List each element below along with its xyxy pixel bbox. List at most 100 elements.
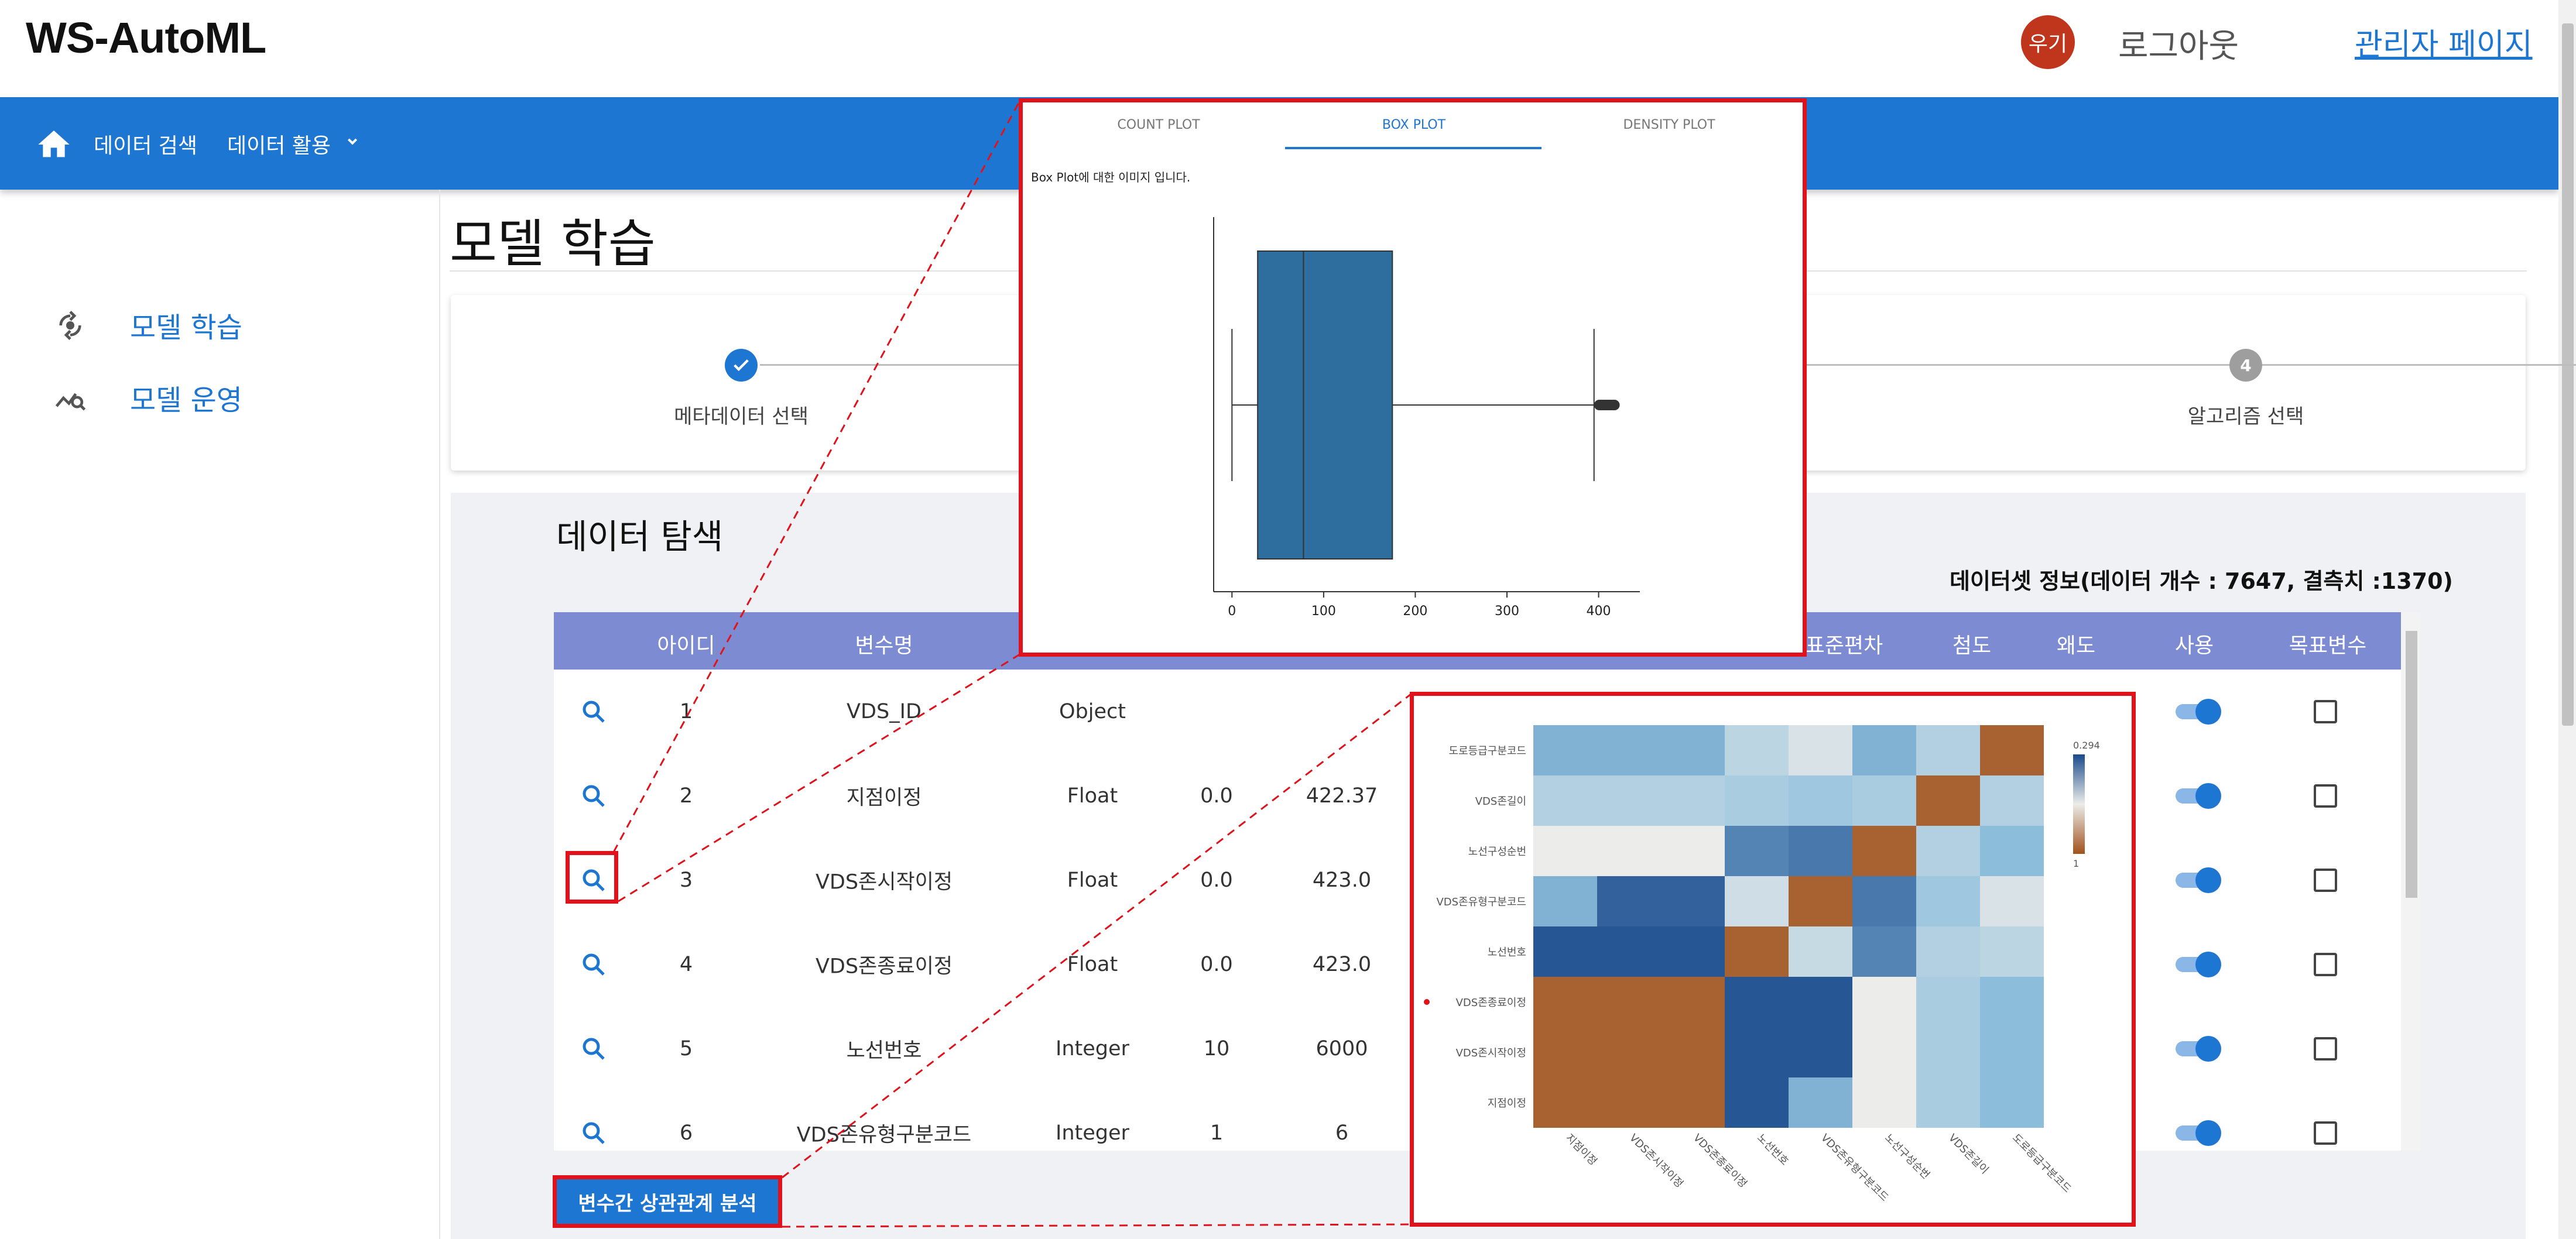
heatmap-col-label: VDS존유형구분코드	[1818, 1132, 1890, 1204]
app-logo[interactable]: WS-AutoML	[26, 13, 266, 63]
x-tick-label: 200	[1403, 604, 1427, 619]
target-checkbox[interactable]	[2314, 1037, 2337, 1060]
colorbar-label-bottom: 1	[2073, 858, 2079, 869]
heatmap-cell	[1852, 977, 1916, 1027]
heatmap-cell	[1597, 1077, 1661, 1128]
heatmap-cell	[1980, 1077, 2044, 1128]
use-toggle[interactable]	[2173, 1118, 2225, 1148]
heatmap-col-label: VDS존길이	[1946, 1132, 1991, 1177]
logout-button[interactable]: 로그아웃	[2118, 20, 2239, 67]
correlation-heatmap-chart: 도로등급구분코드VDS존길이노선구성순번VDS존유형구분코드노선번호VDS존종료…	[1424, 725, 2100, 1204]
selected-row-highlight	[566, 851, 618, 904]
magnifier-icon[interactable]	[580, 1119, 608, 1147]
heatmap-cell	[1725, 876, 1789, 926]
box-iqr	[1257, 250, 1393, 560]
column-header: 왜도	[2056, 634, 2096, 658]
heatmap-col-label: VDS존시작이정	[1627, 1132, 1686, 1190]
heatmap-row-label: 노선번호	[1488, 946, 1526, 959]
correlation-heatmap-popup: 도로등급구분코드 VDS존길이 노선구성순번 VDS존유형구분코드 노선번호 VDS존종료…	[1410, 692, 2136, 1227]
heatmap-row-label: 노선구성순번	[1468, 846, 1526, 858]
heatmap-cell	[1597, 977, 1661, 1027]
row-marker-dot	[1424, 999, 1430, 1005]
cell-min: 0.0	[1200, 869, 1233, 892]
avatar[interactable]: 우기	[2021, 15, 2075, 69]
cell-type: Integer	[1056, 1037, 1129, 1060]
heatmap-cell	[1661, 1027, 1725, 1077]
x-tick-label: 100	[1311, 604, 1336, 619]
use-toggle[interactable]	[2173, 1034, 2225, 1063]
sidebar-item-model-train[interactable]: 모델 학습	[130, 304, 242, 345]
nav-item-data-search[interactable]: 데이터 검색	[94, 129, 197, 159]
heatmap-cell	[1533, 926, 1597, 977]
cell-id: 1	[679, 700, 693, 723]
column-header: 목표변수	[2289, 634, 2367, 658]
heatmap-cell	[1661, 725, 1725, 775]
column-header: 아이디	[657, 634, 715, 658]
magnifier-icon[interactable]	[580, 698, 608, 726]
heatmap-cell	[1597, 725, 1661, 775]
heatmap-cell	[1661, 1077, 1725, 1128]
heatmap-col-label: 도로등급구분코드	[2010, 1132, 2074, 1196]
magnifier-icon[interactable]	[580, 782, 608, 810]
cell-id: 4	[679, 953, 693, 976]
cell-name: 지점이정	[846, 786, 922, 810]
table-scrollbar-thumb[interactable]	[2406, 631, 2417, 898]
magnifier-icon[interactable]	[580, 1035, 608, 1063]
heatmap-cell	[1980, 826, 2044, 876]
heatmap-cell	[1789, 977, 1852, 1027]
cell-max: 422.37	[1306, 784, 1378, 808]
home-icon[interactable]	[35, 126, 73, 163]
heatmap-cell	[1789, 1077, 1852, 1128]
heatmap-cell	[1916, 775, 1980, 826]
cell-type: Object	[1059, 700, 1126, 723]
sidebar-item-model-ops[interactable]: 모델 운영	[130, 377, 242, 418]
x-tick-label: 400	[1587, 604, 1611, 619]
heatmap-cell	[1852, 1027, 1916, 1077]
cell-name: 노선번호	[846, 1039, 922, 1063]
magnifier-icon[interactable]	[580, 950, 608, 979]
page-scrollbar-thumb[interactable]	[2562, 23, 2574, 726]
correlation-analysis-button[interactable]: 변수간 상관관계 분석	[553, 1175, 782, 1228]
cell-max: 6	[1335, 1121, 1349, 1145]
use-toggle[interactable]	[2173, 781, 2225, 811]
chevron-down-icon[interactable]	[343, 132, 362, 151]
cell-id: 3	[679, 869, 693, 892]
use-toggle[interactable]	[2173, 697, 2225, 726]
table-scrollbar[interactable]	[2401, 612, 2420, 1151]
heatmap-cell	[1852, 1077, 1916, 1128]
use-toggle[interactable]	[2173, 866, 2225, 895]
heatmap-cell	[1597, 1027, 1661, 1077]
step-check-icon[interactable]	[725, 349, 758, 382]
heatmap-row-label: VDS존길이	[1475, 795, 1526, 808]
cell-min: 1	[1210, 1121, 1224, 1145]
target-checkbox[interactable]	[2314, 869, 2337, 892]
cell-id: 5	[679, 1037, 693, 1060]
heatmap-col-label: 지점이정	[1563, 1132, 1599, 1168]
target-checkbox[interactable]	[2314, 784, 2337, 808]
heatmap-cell	[1789, 725, 1852, 775]
heatmap-cell	[1725, 926, 1789, 977]
heatmap-col-label: 노선구성순번	[1882, 1132, 1932, 1182]
use-toggle[interactable]	[2173, 950, 2225, 979]
heatmap-cell	[1661, 826, 1725, 876]
heatmap-cell	[1980, 977, 2044, 1027]
target-checkbox[interactable]	[2314, 1121, 2337, 1145]
cell-max: 6000	[1316, 1037, 1368, 1060]
target-checkbox[interactable]	[2314, 953, 2337, 976]
heatmap-cell	[1916, 977, 1980, 1027]
target-checkbox[interactable]	[2314, 700, 2337, 723]
heatmap-cell	[1916, 876, 1980, 926]
heatmap-cell	[1789, 926, 1852, 977]
x-tick-label: 0	[1228, 604, 1236, 619]
nav-item-data-use[interactable]: 데이터 활용	[227, 129, 331, 159]
section-title: 데이터 탐색	[556, 517, 724, 557]
cell-name: VDS_ID	[847, 700, 922, 723]
admin-page-link[interactable]: 관리자 페이지	[2355, 20, 2533, 64]
heatmap-cell	[1916, 926, 1980, 977]
heatmap-cell	[1725, 725, 1789, 775]
box-plot-popup: COUNT PLOT BOX PLOT DENSITY PLOT Box Plo…	[1019, 98, 1807, 657]
cell-id: 6	[679, 1121, 693, 1145]
step-number-badge[interactable]: 4	[2229, 349, 2262, 382]
cell-type: Float	[1067, 784, 1118, 808]
cell-max: 423.0	[1312, 953, 1372, 976]
